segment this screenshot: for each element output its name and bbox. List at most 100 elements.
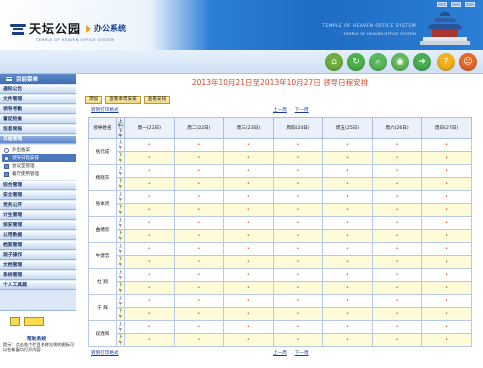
schedule-cell[interactable]: • [322, 255, 373, 269]
schedule-cell[interactable]: • [272, 294, 324, 308]
schedule-cell[interactable]: • [124, 320, 175, 334]
sidebar-item-toolbox[interactable]: 个人工具箱 [0, 281, 76, 290]
schedule-cell[interactable]: • [322, 138, 373, 152]
schedule-cell[interactable]: • [173, 333, 225, 347]
schedule-cell[interactable]: • [421, 216, 472, 230]
sidebar-item-schedule[interactable]: 日程管理 [0, 135, 76, 144]
schedule-cell[interactable]: • [371, 138, 423, 152]
sidebar-item-operations[interactable]: 观子操作 [0, 251, 76, 260]
sidebar-item-inspection[interactable]: 督促检查 [0, 115, 76, 124]
schedule-cell[interactable]: • [421, 190, 472, 204]
schedule-cell[interactable]: • [371, 229, 423, 243]
schedule-cell[interactable]: • [124, 255, 175, 269]
schedule-cell[interactable]: • [223, 177, 274, 191]
top-link-3[interactable] [465, 2, 475, 7]
schedule-cell[interactable]: • [272, 216, 324, 230]
schedule-cell[interactable]: • [371, 216, 423, 230]
schedule-cell[interactable]: • [322, 294, 373, 308]
schedule-cell[interactable]: • [371, 190, 423, 204]
schedule-cell[interactable]: • [371, 268, 423, 282]
schedule-cell[interactable]: • [421, 255, 472, 269]
schedule-cell[interactable]: • [223, 320, 274, 334]
schedule-cell[interactable]: • [272, 242, 324, 256]
sidebar-item-files[interactable]: 文件管理 [0, 95, 76, 104]
schedule-cell[interactable]: • [272, 151, 324, 165]
schedule-cell[interactable]: • [371, 255, 423, 269]
schedule-cell[interactable]: • [124, 268, 175, 282]
schedule-cell[interactable]: • [421, 151, 472, 165]
schedule-cell[interactable]: • [371, 281, 423, 295]
schedule-cell[interactable]: • [173, 281, 225, 295]
schedule-cell[interactable]: • [421, 138, 472, 152]
schedule-cell[interactable]: • [124, 333, 175, 347]
schedule-cell[interactable]: • [124, 138, 175, 152]
schedule-cell[interactable]: • [322, 268, 373, 282]
schedule-cell[interactable]: • [173, 255, 225, 269]
prev-week-link[interactable]: 上一周 [273, 350, 287, 356]
schedule-cell[interactable]: • [272, 333, 324, 347]
sidebar-item-security[interactable]: 保安管理 [0, 221, 76, 230]
schedule-cell[interactable]: • [173, 268, 225, 282]
next-week-link[interactable]: 下一周 [295, 350, 309, 356]
schedule-cell[interactable]: • [322, 242, 373, 256]
schedule-cell[interactable]: • [124, 242, 175, 256]
schedule-cell[interactable]: • [371, 203, 423, 217]
schedule-cell[interactable]: • [124, 294, 175, 308]
add-button[interactable]: 添加 [85, 96, 103, 104]
schedule-cell[interactable]: • [272, 307, 324, 321]
schedule-cell[interactable]: • [322, 151, 373, 165]
schedule-cell[interactable]: • [173, 216, 225, 230]
schedule-cell[interactable]: • [371, 333, 423, 347]
schedule-cell[interactable]: • [223, 190, 274, 204]
schedule-cell[interactable]: • [272, 203, 324, 217]
submenu-item-meeting-room[interactable]: 会议室管理 [2, 162, 76, 170]
schedule-cell[interactable]: • [124, 177, 175, 191]
sidebar-item-notices[interactable]: 通知公告 [0, 85, 76, 94]
forward-icon[interactable]: ➜ [413, 53, 431, 71]
schedule-cell[interactable]: • [371, 307, 423, 321]
submenu-item-outing[interactable]: 外出备案 [2, 146, 76, 154]
schedule-cell[interactable]: • [322, 164, 373, 178]
schedule-cell[interactable]: • [223, 255, 274, 269]
schedule-cell[interactable]: • [223, 268, 274, 282]
schedule-cell[interactable]: • [371, 177, 423, 191]
schedule-cell[interactable]: • [322, 307, 373, 321]
top-link-2[interactable] [451, 2, 461, 7]
view-schedule-button[interactable]: 查看安排 [143, 96, 171, 104]
schedule-cell[interactable]: • [173, 242, 225, 256]
zoom-icon[interactable]: ◉ [391, 53, 409, 71]
sidebar-item-archive[interactable]: 档案管理 [0, 241, 76, 250]
schedule-cell[interactable]: • [322, 203, 373, 217]
schedule-cell[interactable]: • [421, 281, 472, 295]
schedule-cell[interactable]: • [223, 164, 274, 178]
print-format-link[interactable]: 转到打印格式 [91, 107, 119, 113]
prev-week-link[interactable]: 上一周 [273, 107, 287, 113]
submenu-item-canteen[interactable]: 餐厅使用管理 [2, 170, 76, 178]
schedule-cell[interactable]: • [223, 294, 274, 308]
schedule-cell[interactable]: • [124, 190, 175, 204]
schedule-cell[interactable]: • [322, 177, 373, 191]
schedule-cell[interactable]: • [272, 164, 324, 178]
submenu-item-leader-schedule[interactable]: 领导日程安排 [2, 154, 76, 162]
schedule-cell[interactable]: • [421, 164, 472, 178]
schedule-cell[interactable]: • [223, 242, 274, 256]
search-icon[interactable]: ⌕ [369, 53, 387, 71]
sidebar-item-bulletin[interactable]: 信息简报 [0, 125, 76, 134]
schedule-cell[interactable]: • [124, 229, 175, 243]
schedule-cell[interactable]: • [223, 229, 274, 243]
schedule-cell[interactable]: • [371, 294, 423, 308]
schedule-cell[interactable]: • [272, 177, 324, 191]
sidebar-item-public-data[interactable]: 公用数据 [0, 231, 76, 240]
schedule-cell[interactable]: • [371, 164, 423, 178]
schedule-cell[interactable]: • [223, 138, 274, 152]
schedule-cell[interactable]: • [124, 164, 175, 178]
sidebar-item-attendance[interactable]: 领导考勤 [0, 105, 76, 114]
sidebar-item-party[interactable]: 党务公开 [0, 201, 76, 210]
schedule-cell[interactable]: • [173, 138, 225, 152]
schedule-cell[interactable]: • [322, 281, 373, 295]
schedule-cell[interactable]: • [223, 281, 274, 295]
home-icon[interactable]: ⌂ [325, 53, 343, 71]
schedule-cell[interactable]: • [322, 229, 373, 243]
schedule-cell[interactable]: • [322, 190, 373, 204]
schedule-cell[interactable]: • [223, 307, 274, 321]
